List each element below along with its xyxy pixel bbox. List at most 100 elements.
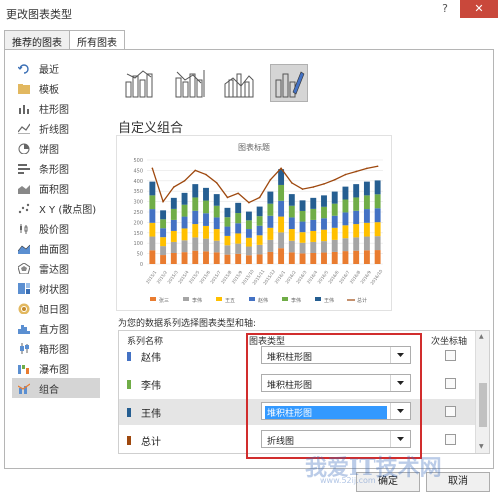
legend-label: 张三 <box>159 297 169 304</box>
bar-segment <box>213 240 220 253</box>
secondary-axis-checkbox[interactable] <box>445 406 456 417</box>
bar-segment <box>192 210 199 225</box>
sidebar-item-column-chart[interactable]: 柱形图 <box>12 98 100 118</box>
custom-combination-option[interactable] <box>270 64 308 102</box>
bar-segment <box>353 237 360 251</box>
folder-icon <box>18 83 30 94</box>
bar-segment <box>321 252 327 264</box>
stacked-area-column-option[interactable] <box>220 64 258 102</box>
sidebar-item-radar-chart[interactable]: 雷达图 <box>12 258 100 278</box>
line-point <box>215 182 218 184</box>
sidebar-item-label: X Y (散点图) <box>39 204 97 216</box>
bar-segment <box>170 241 177 253</box>
sidebar-item-label: 模板 <box>39 84 59 96</box>
bar-segment <box>160 255 167 264</box>
bar-segment <box>331 239 338 252</box>
line-point <box>173 186 175 188</box>
bar-segment <box>149 195 156 210</box>
secondary-axis-checkbox[interactable] <box>445 378 456 389</box>
sidebar-item-line-chart[interactable]: 折线图 <box>12 118 100 138</box>
bar-segment <box>224 207 231 218</box>
bar-segment <box>288 205 295 218</box>
sidebar-item-waterfall-chart[interactable]: 瀑布图 <box>12 358 100 378</box>
pie-chart-icon <box>18 143 30 154</box>
sidebar-item-scatter-chart[interactable]: X Y (散点图) <box>12 198 100 218</box>
series-scrollbar[interactable]: ▲ ▼ <box>475 331 489 453</box>
bar-segment <box>363 250 370 264</box>
legend-label: 李伟 <box>291 297 301 304</box>
line-point <box>226 196 229 199</box>
clustered-column-line-option[interactable] <box>120 64 158 102</box>
bar-segment <box>192 224 199 238</box>
series-name: 总计 <box>141 437 161 448</box>
bar-segment <box>256 216 263 226</box>
bar-segment <box>203 251 209 264</box>
bar-segment <box>149 222 156 237</box>
sidebar-item-pie-chart[interactable]: 饼图 <box>12 138 100 158</box>
sidebar-item-stock-chart[interactable]: 股价图 <box>12 218 100 238</box>
bar-segment <box>235 213 242 224</box>
sidebar-item-histogram-chart[interactable]: 直方图 <box>12 318 100 338</box>
line-point <box>183 180 186 182</box>
clustered-column-line-secondary-option[interactable] <box>170 64 208 102</box>
bar-segment <box>213 229 220 241</box>
chart-type-list: 最近模板柱形图折线图饼图条形图 面积图 X Y (散点图) 股价图曲面图雷达图树状图旭… <box>12 58 100 398</box>
y-tick-label: 50 <box>137 252 143 258</box>
series-hint-label: 为您的数据系列选择图表类型和轴: <box>118 319 257 329</box>
sidebar-item-recent[interactable]: 最近 <box>12 58 100 78</box>
sidebar-item-box-whisker-chart[interactable]: 箱形图 <box>12 338 100 358</box>
bar-segment <box>342 199 349 213</box>
legend-swatch <box>315 297 321 301</box>
tab-all-charts[interactable]: 所有图表 <box>69 30 125 50</box>
line-point <box>355 170 357 173</box>
line-point <box>194 169 197 172</box>
close-button[interactable]: ✕ <box>460 0 498 18</box>
sidebar-item-label: 雷达图 <box>39 264 69 276</box>
histogram-chart-icon <box>18 323 30 334</box>
chart-preview-svg: 0501001502002503003504004505002015/12015… <box>133 158 383 304</box>
bar-segment <box>203 200 209 214</box>
bar-segment <box>181 204 188 217</box>
secondary-axis-checkbox[interactable] <box>445 434 456 445</box>
y-tick-label: 300 <box>133 200 143 206</box>
sidebar-item-label: 柱形图 <box>39 104 69 116</box>
sidebar-item-bar-chart[interactable]: 条形图 <box>12 158 100 178</box>
bar-segment <box>363 209 370 223</box>
radar-chart-icon <box>18 262 30 274</box>
scroll-down-icon[interactable]: ▼ <box>479 443 484 450</box>
waterfall-chart-icon <box>18 363 30 374</box>
line-point <box>291 182 293 184</box>
legend-swatch <box>282 297 288 301</box>
sidebar-item-combo-chart[interactable]: 组合 <box>12 378 100 398</box>
bar-segment <box>160 237 167 247</box>
tab-bar: 推荐的图表 所有图表 <box>4 30 125 50</box>
bar-segment <box>363 195 370 210</box>
y-tick-label: 500 <box>133 158 143 164</box>
bar-segment <box>374 236 381 251</box>
legend-swatch <box>249 297 255 301</box>
sidebar-item-area-chart[interactable]: 面积图 <box>12 178 100 198</box>
scroll-up-icon[interactable]: ▲ <box>479 333 484 340</box>
sidebar-item-label: 饼图 <box>39 144 59 156</box>
legend-swatch <box>183 297 189 301</box>
sidebar-item-sunburst-chart[interactable]: 旭日图 <box>12 298 100 318</box>
bar-segment <box>299 200 306 211</box>
sidebar-item-folder[interactable]: 模板 <box>12 78 100 98</box>
bar-segment <box>321 195 327 207</box>
sidebar-item-surface-chart[interactable]: 曲面图 <box>12 238 100 258</box>
bar-segment <box>181 240 188 253</box>
bar-segment <box>245 220 252 230</box>
sidebar-item-label: 曲面图 <box>39 244 69 256</box>
scroll-thumb[interactable] <box>479 383 487 427</box>
bar-segment <box>181 216 188 229</box>
sidebar-item-label: 树状图 <box>39 284 69 296</box>
tab-recommended-charts[interactable]: 推荐的图表 <box>4 30 70 50</box>
series-name: 李伟 <box>141 381 161 392</box>
secondary-axis-checkbox[interactable] <box>445 350 456 361</box>
bar-segment <box>213 194 220 206</box>
bar-segment <box>256 225 263 236</box>
sidebar-item-treemap-chart[interactable]: 树状图 <box>12 278 100 298</box>
help-button[interactable]: ? <box>432 0 458 18</box>
bar-segment <box>245 237 252 247</box>
legend-label: 王伟 <box>324 297 334 304</box>
